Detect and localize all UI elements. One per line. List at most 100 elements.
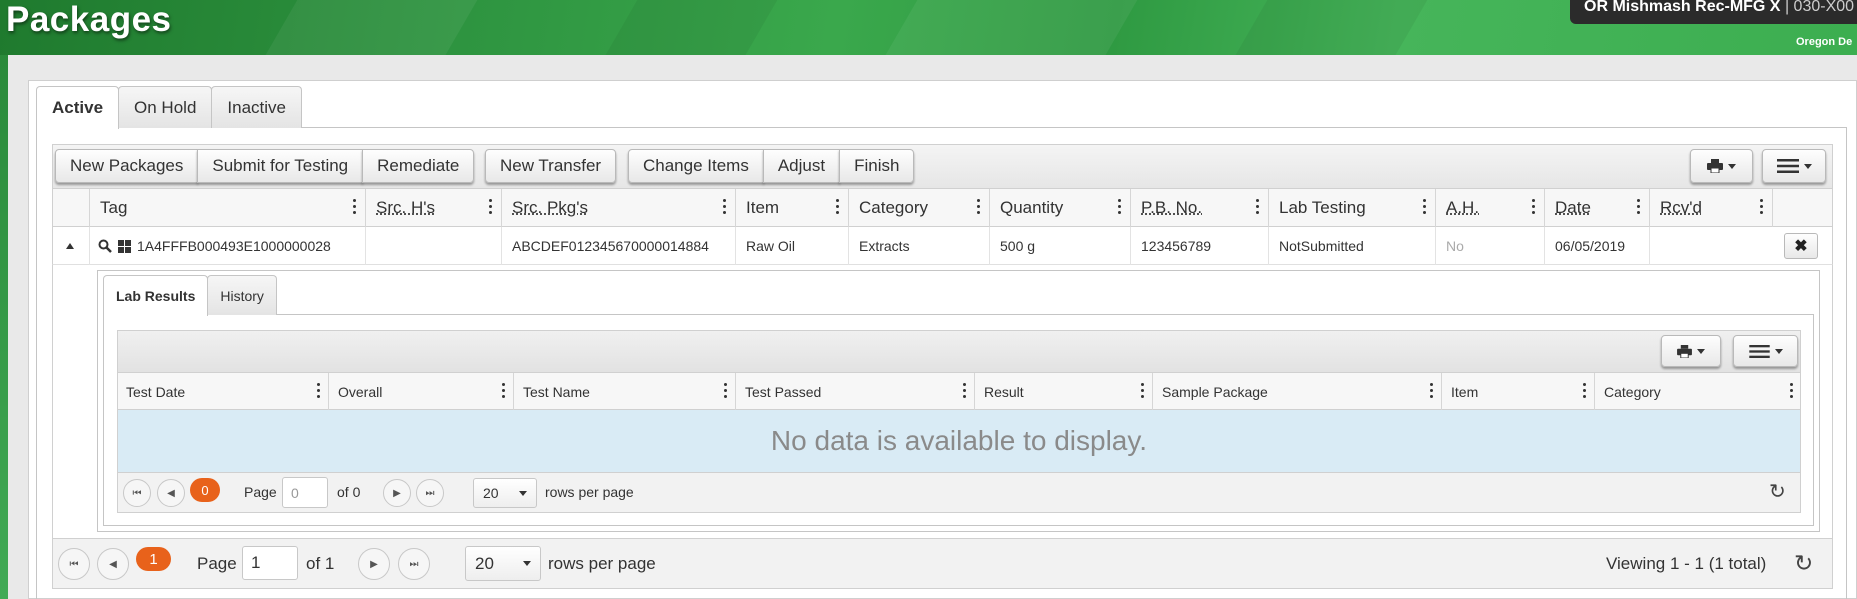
- cell-ah: No: [1435, 227, 1544, 265]
- page-label: Page: [244, 484, 277, 500]
- refresh-icon[interactable]: ↻: [1769, 479, 1786, 504]
- column-menu-icon[interactable]: [963, 383, 966, 401]
- grid-view-icon[interactable]: [118, 239, 131, 253]
- submit-for-testing-button[interactable]: Submit for Testing: [197, 149, 364, 183]
- next-page-icon[interactable]: ▶: [358, 548, 390, 580]
- column-header-pb-no[interactable]: P.B. No.: [1130, 189, 1268, 227]
- tab-on-hold[interactable]: On Hold: [118, 86, 213, 128]
- column-label: Test Date: [126, 383, 186, 400]
- column-label: Category: [1604, 383, 1661, 400]
- column-header-ah[interactable]: A.H.: [1435, 189, 1544, 227]
- cell-src-packages: ABCDEF012345670000014884: [501, 227, 735, 265]
- column-label: Test Passed: [745, 383, 822, 400]
- column-menu-icon[interactable]: [489, 199, 493, 217]
- new-transfer-button[interactable]: New Transfer: [485, 149, 617, 183]
- page-count-label: of 1: [306, 554, 335, 573]
- column-menu-icon[interactable]: [836, 199, 840, 217]
- adjust-button[interactable]: Adjust: [762, 149, 841, 183]
- first-page-icon[interactable]: ⏮: [58, 548, 90, 580]
- column-menu-icon[interactable]: [1637, 199, 1641, 217]
- column-header-lab-testing[interactable]: Lab Testing: [1268, 189, 1435, 227]
- grid-menu-button[interactable]: [1762, 149, 1826, 183]
- change-items-button[interactable]: Change Items: [628, 149, 764, 183]
- column-header-test-name[interactable]: Test Name: [513, 373, 735, 410]
- column-menu-icon[interactable]: [1583, 383, 1586, 401]
- column-label: Date: [1555, 198, 1591, 217]
- column-header-item[interactable]: Item: [735, 189, 848, 227]
- cell-lab-testing: NotSubmitted: [1268, 227, 1435, 265]
- collapse-row-icon[interactable]: [66, 243, 74, 249]
- column-menu-icon[interactable]: [1790, 383, 1793, 401]
- lab-print-dropdown-button[interactable]: [1661, 335, 1721, 367]
- tab-history[interactable]: History: [207, 275, 277, 315]
- column-header-result[interactable]: Result: [974, 373, 1152, 410]
- discontinue-button[interactable]: ✖: [1784, 233, 1818, 259]
- edit-actions-group: Change Items Adjust Finish: [628, 149, 915, 183]
- column-menu-icon[interactable]: [1118, 199, 1122, 217]
- next-page-icon[interactable]: ▶: [383, 479, 411, 507]
- current-page-badge[interactable]: 1: [136, 547, 171, 571]
- first-page-icon[interactable]: ⏮: [123, 479, 151, 507]
- tab-inactive[interactable]: Inactive: [211, 86, 302, 128]
- column-header-sample-package[interactable]: Sample Package: [1152, 373, 1441, 410]
- column-header-overall[interactable]: Overall: [328, 373, 513, 410]
- column-menu-icon[interactable]: [353, 199, 357, 217]
- column-header-quantity[interactable]: Quantity: [989, 189, 1130, 227]
- finish-button[interactable]: Finish: [839, 149, 915, 183]
- column-header-test-passed[interactable]: Test Passed: [735, 373, 974, 410]
- column-menu-icon[interactable]: [1141, 383, 1144, 401]
- new-packages-button[interactable]: New Packages: [55, 149, 199, 183]
- column-header-tag[interactable]: Tag: [89, 189, 365, 227]
- rows-per-page-select[interactable]: 20: [473, 478, 537, 508]
- facility-selector[interactable]: OR Mishmash Rec-MFG X | 030-X00: [1570, 0, 1857, 24]
- previous-page-icon[interactable]: ◀: [157, 479, 185, 507]
- column-menu-icon[interactable]: [1423, 199, 1427, 217]
- column-menu-icon[interactable]: [317, 383, 320, 401]
- chevron-down-icon: [519, 490, 527, 496]
- close-icon: ✖: [1794, 238, 1808, 255]
- facility-name: OR Mishmash Rec-MFG X: [1584, 0, 1781, 15]
- column-header-rcvd[interactable]: Rcv'd: [1649, 189, 1772, 227]
- column-header-actions: [1772, 189, 1833, 227]
- last-page-icon[interactable]: ⏭: [416, 479, 444, 507]
- column-header-test-date[interactable]: Test Date: [117, 373, 328, 410]
- lab-grid-menu-button[interactable]: [1733, 335, 1798, 367]
- column-menu-icon[interactable]: [502, 383, 505, 401]
- package-actions-group: New Packages Submit for Testing Remediat…: [55, 149, 475, 183]
- search-icon[interactable]: [98, 239, 112, 253]
- column-menu-icon[interactable]: [723, 199, 727, 217]
- print-dropdown-button[interactable]: [1690, 149, 1753, 183]
- column-label: Item: [746, 198, 780, 217]
- column-menu-icon[interactable]: [1256, 199, 1260, 217]
- column-header-category[interactable]: Category: [1594, 373, 1801, 410]
- previous-page-icon[interactable]: ◀: [97, 548, 129, 580]
- page-count-label: of 0: [337, 484, 361, 500]
- rows-per-page-value: 20: [475, 553, 494, 573]
- tab-active[interactable]: Active: [36, 86, 120, 129]
- last-page-icon[interactable]: ⏭: [398, 548, 430, 580]
- column-label: P.B. No.: [1141, 198, 1203, 217]
- column-label: Overall: [338, 383, 383, 400]
- tab-lab-results[interactable]: Lab Results: [103, 275, 209, 316]
- lab-results-pager: [117, 473, 1801, 513]
- column-header-src-packages[interactable]: Src. Pkg's: [501, 189, 735, 227]
- column-header-src-harvests[interactable]: Src. H's: [365, 189, 501, 227]
- lab-results-toolbar: [117, 330, 1801, 373]
- current-page-badge[interactable]: 0: [190, 478, 220, 502]
- rows-per-page-select[interactable]: 20: [465, 546, 541, 581]
- refresh-icon[interactable]: ↻: [1794, 550, 1813, 577]
- column-header-item[interactable]: Item: [1441, 373, 1594, 410]
- page-number-input[interactable]: 1: [242, 546, 298, 580]
- column-menu-icon[interactable]: [1760, 199, 1764, 217]
- empty-state-message: No data is available to display.: [117, 410, 1801, 473]
- remediate-button[interactable]: Remediate: [362, 149, 475, 183]
- column-label: Lab Testing: [1279, 198, 1366, 217]
- column-menu-icon[interactable]: [724, 383, 727, 401]
- column-header-date[interactable]: Date: [1544, 189, 1649, 227]
- chevron-down-icon: [523, 561, 531, 566]
- column-menu-icon[interactable]: [977, 199, 981, 217]
- column-header-category[interactable]: Category: [848, 189, 989, 227]
- column-menu-icon[interactable]: [1430, 383, 1433, 401]
- page-number-input[interactable]: 0: [282, 477, 328, 508]
- column-menu-icon[interactable]: [1532, 199, 1536, 217]
